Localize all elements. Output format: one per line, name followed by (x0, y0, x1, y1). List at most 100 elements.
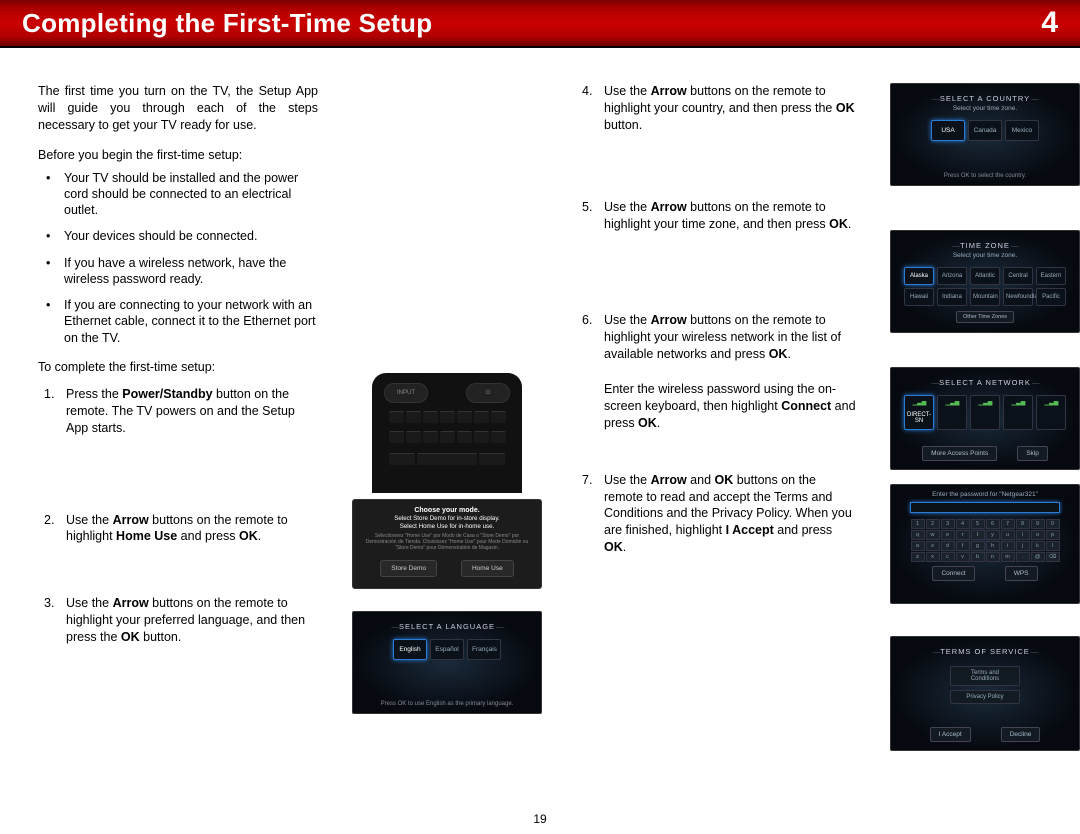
content-area: The first time you turn on the TV, the S… (0, 48, 1080, 765)
net-option (1036, 395, 1066, 430)
left-steps: Press the Power/Standby button on the re… (38, 386, 318, 646)
wifi-icon (948, 401, 957, 410)
precheck-item: If you are connecting to your network wi… (60, 297, 318, 346)
net-title: SELECT A NETWORK (932, 378, 1039, 387)
country-screenshot: SELECT A COUNTRY Select your time zone. … (890, 83, 1080, 186)
key: 4 (956, 519, 970, 529)
key: j (1016, 541, 1030, 551)
tz-option: Hawaii (904, 288, 934, 306)
key: g (971, 541, 985, 551)
key: a (911, 541, 925, 551)
step-5: Use the Arrow buttons on the remote to h… (582, 199, 856, 233)
tz-option: Arizona (937, 267, 967, 285)
precheck-item: If you have a wireless network, have the… (60, 255, 318, 288)
onscreen-keyboard: 1234567890 qwertyuiop asdfghijkl zxcvbnm… (911, 519, 1060, 562)
tz-option: Atlantic (970, 267, 1000, 285)
wifi-icon (1014, 401, 1023, 410)
mode-title: Choose your mode. (361, 507, 533, 514)
step-3: Use the Arrow buttons on the remote to h… (44, 595, 318, 646)
key: l (1046, 541, 1060, 551)
key: 1 (911, 519, 925, 529)
key: u (1001, 530, 1015, 540)
lang-option: English (393, 639, 427, 660)
skip-button: Skip (1017, 446, 1048, 461)
connect-button: Connect (932, 566, 974, 581)
lang-option: Français (467, 639, 501, 660)
timezone-screenshot: TIME ZONE Select your time zone. Alaska … (890, 230, 1080, 333)
lang-option: Español (430, 639, 464, 660)
mode-line2: Select Home Use for in-home use. (361, 523, 533, 530)
pw-title: Enter the password for "Netgear321" (932, 491, 1038, 498)
step-6b: Enter the wireless password using the on… (582, 381, 856, 432)
key: s (926, 541, 940, 551)
remote-power-icon: ⏻ (466, 383, 510, 403)
key: v (956, 552, 970, 562)
mode-dialog-screenshot: Choose your mode. Select Store Demo for … (352, 499, 542, 589)
accept-button: I Accept (930, 727, 971, 742)
before-label: Before you begin the first-time setup: (38, 148, 318, 162)
terms-title: TERMS OF SERVICE (933, 647, 1038, 656)
key: e (941, 530, 955, 540)
key: i (1001, 541, 1015, 551)
right-image-column: SELECT A COUNTRY Select your time zone. … (890, 83, 1080, 765)
key: . (1016, 552, 1030, 562)
wps-button: WPS (1005, 566, 1038, 581)
key: 7 (1001, 519, 1015, 529)
key: p (1046, 530, 1060, 540)
tocomplete-label: To complete the first-time setup: (38, 360, 318, 374)
net-option (970, 395, 1000, 430)
net-option: DIRECT-SN (904, 395, 934, 430)
key: q (911, 530, 925, 540)
wifi-icon (981, 401, 990, 410)
remote-input-button: INPUT (384, 383, 428, 403)
country-foot: Press OK to select the country. (891, 173, 1079, 179)
wifi-icon (1047, 401, 1056, 410)
key: t (971, 530, 985, 540)
net-option (937, 395, 967, 430)
country-option: USA (931, 120, 965, 141)
key: n (986, 552, 1000, 562)
tz-option: Indiana (937, 288, 967, 306)
key: d (941, 541, 955, 551)
right-text-column: Use the Arrow buttons on the remote to h… (576, 83, 856, 765)
key: 0 (1046, 519, 1060, 529)
key: 9 (1031, 519, 1045, 529)
tz-option: Newfoundland (1003, 288, 1033, 306)
right-steps: Use the Arrow buttons on the remote to h… (576, 83, 856, 556)
tz-option: Mountain (970, 288, 1000, 306)
mode-line1: Select Store Demo for in-store display. (361, 515, 533, 522)
key: w (926, 530, 940, 540)
terms-item: Privacy Policy (950, 690, 1020, 704)
password-screenshot: Enter the password for "Netgear321" 1234… (890, 484, 1080, 604)
left-image-column: INPUT ⏻ Choose your mode. Select Store D… (352, 83, 542, 765)
step-2: Use the Arrow buttons on the remote to h… (44, 512, 318, 546)
terms-item: Terms and Conditions (950, 666, 1020, 686)
net-option (1003, 395, 1033, 430)
chapter-number: 4 (1041, 6, 1058, 40)
key: ⌫ (1046, 552, 1060, 562)
key: i (1016, 530, 1030, 540)
lang-foot: Press OK to use English as the primary l… (353, 701, 541, 707)
tz-option: Central (1003, 267, 1033, 285)
tz-option: Pacific (1036, 288, 1066, 306)
password-field (910, 502, 1060, 513)
network-screenshot: SELECT A NETWORK DIRECT-SN More Access P… (890, 367, 1080, 470)
step-4: Use the Arrow buttons on the remote to h… (582, 83, 856, 134)
tz-title: TIME ZONE (952, 241, 1017, 250)
key: 3 (941, 519, 955, 529)
key: 2 (926, 519, 940, 529)
tz-other-button: Other Time Zones (956, 311, 1014, 323)
tz-sub: Select your time zone. (953, 252, 1017, 259)
country-option: Mexico (1005, 120, 1039, 141)
terms-screenshot: TERMS OF SERVICE Terms and Conditions Pr… (890, 636, 1080, 751)
wifi-icon (915, 401, 924, 410)
key: h (986, 541, 1000, 551)
home-use-button: Home Use (461, 560, 514, 577)
key: k (1031, 541, 1045, 551)
key: b (971, 552, 985, 562)
tz-option: Alaska (904, 267, 934, 285)
left-text-column: The first time you turn on the TV, the S… (38, 83, 318, 765)
key: o (1031, 530, 1045, 540)
country-sub: Select your time zone. (953, 105, 1017, 112)
key: 5 (971, 519, 985, 529)
